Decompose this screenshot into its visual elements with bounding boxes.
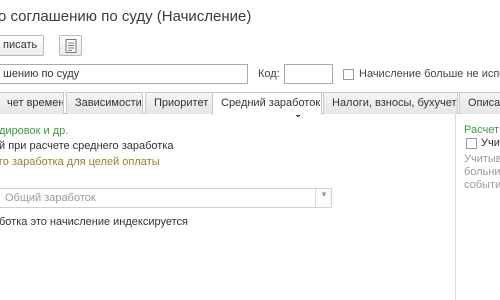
name-field[interactable]: шению по суду (0, 64, 248, 84)
calc-description-line: событи (464, 179, 500, 191)
panel-divider (455, 114, 456, 300)
accrual-unused-checkbox[interactable] (343, 69, 354, 80)
accrual-unused-label: Начисление больше не испол (359, 68, 500, 80)
earnings-type-select[interactable]: Общий заработок (0, 188, 332, 208)
calc-description-line: Учитыва (464, 153, 500, 165)
payment-purpose-caption: го заработка для целей оплаты (0, 156, 160, 168)
tab-dependencies[interactable]: Зависимости (66, 92, 143, 114)
chevron-down-icon: ▼ (320, 190, 328, 199)
tab-time-accounting[interactable]: чет времени (0, 92, 64, 114)
consider-checkbox[interactable] (466, 138, 477, 149)
document-list-button[interactable] (59, 35, 82, 56)
window-title: о соглашению по суду (Начисление) (0, 8, 252, 25)
tab-description[interactable]: Описание (459, 92, 500, 114)
code-label: Код: (258, 68, 280, 80)
tab-average-earnings[interactable]: Средний заработок (212, 92, 322, 115)
calc-description-line: больнич (464, 166, 500, 178)
document-list-icon (65, 39, 77, 53)
avg-earnings-option-label: й при расчете среднего заработка (0, 140, 174, 152)
write-button[interactable]: писать (0, 35, 44, 56)
tab-priority[interactable]: Приоритет (145, 92, 213, 114)
code-field[interactable] (284, 64, 333, 84)
tab-taxes[interactable]: Налоги, взносы, бухучет (323, 92, 458, 114)
indexation-label: ботка это начисление индексируется (0, 216, 188, 228)
consider-checkbox-label: Учи (481, 137, 500, 149)
business-trip-section-heading: дировок и др. (0, 125, 69, 137)
earnings-type-dropdown-button[interactable]: ▼ (315, 189, 331, 207)
calc-section-heading: Расчет (464, 124, 499, 136)
